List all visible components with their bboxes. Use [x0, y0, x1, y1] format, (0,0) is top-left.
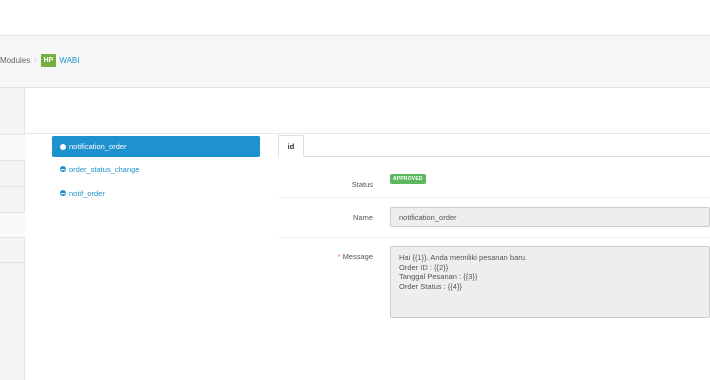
tab-id[interactable]: id [278, 135, 304, 157]
sidebar-divider [0, 186, 25, 187]
top-header [0, 0, 710, 36]
row-divider [278, 237, 710, 238]
template-item-label: notif_order [69, 188, 105, 198]
breadcrumb-separator: › [34, 57, 37, 64]
breadcrumb-bar [0, 36, 710, 88]
template-item-order-status-change[interactable]: order_status_change [52, 157, 260, 181]
template-item-notif-order[interactable]: notif_order [52, 181, 260, 205]
sidebar-divider [0, 262, 25, 263]
message-field[interactable]: Hai {{1}}. Anda memiliki pesanan baru. O… [390, 246, 710, 318]
status-label: Status [351, 180, 373, 189]
row-divider [278, 197, 710, 198]
template-item-label: order_status_change [69, 164, 140, 174]
sidebar-divider [0, 237, 25, 238]
minus-circle-icon [60, 190, 66, 196]
breadcrumb: Modules › HP WABI [0, 54, 79, 67]
language-tabs: id [278, 135, 710, 157]
panel-heading [25, 88, 710, 134]
module-logo-icon: HP [40, 54, 57, 67]
name-label: Name [352, 213, 373, 222]
breadcrumb-current-link[interactable]: WABI [59, 56, 79, 65]
message-label-wrap: * Message [293, 252, 373, 261]
required-asterisk: * [337, 252, 341, 261]
minus-circle-icon [60, 143, 66, 150]
sidebar-divider [0, 160, 25, 161]
message-label: Message [342, 252, 373, 261]
template-list: notification_order order_status_change n… [52, 136, 260, 205]
sidebar-item[interactable] [0, 135, 25, 160]
breadcrumb-modules-link[interactable]: Modules [0, 56, 30, 65]
minus-circle-icon [60, 166, 66, 172]
status-badge: APPROVED [390, 174, 426, 184]
template-item-label: notification_order [69, 142, 127, 151]
template-item-notification-order[interactable]: notification_order [52, 136, 260, 157]
name-field[interactable]: notification_order [390, 207, 710, 227]
sidebar-item[interactable] [0, 213, 25, 237]
